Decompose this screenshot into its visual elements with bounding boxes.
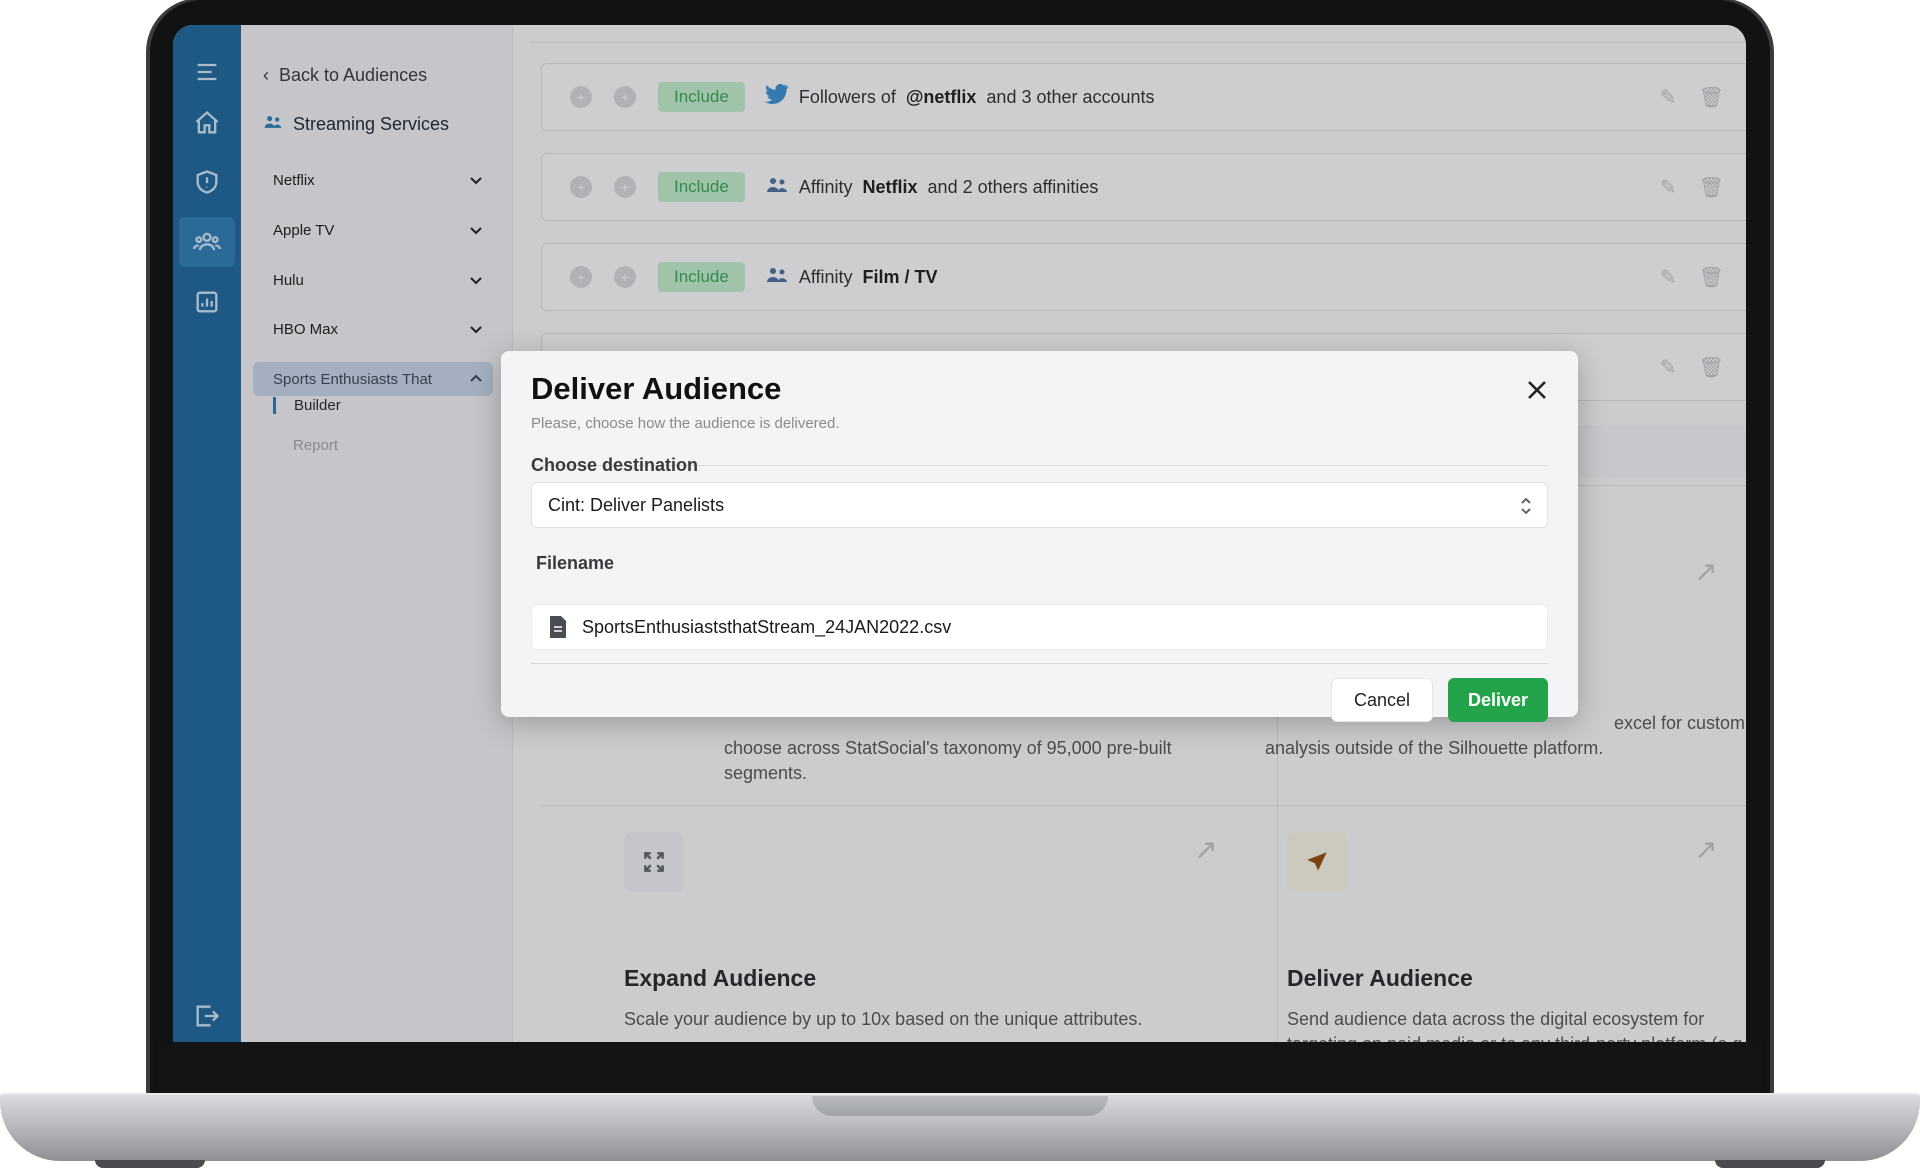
destination-label: Choose destination — [531, 455, 699, 475]
filename-field[interactable]: SportsEnthusiaststhatStream_24JAN2022.cs… — [531, 604, 1548, 650]
deliver-audience-modal: Deliver Audience Please, choose how the … — [501, 351, 1578, 722]
laptop-notch — [812, 1096, 1108, 1116]
destination-value: Cint: Deliver Panelists — [548, 494, 725, 515]
laptop-bezel-bottom — [158, 1042, 1762, 1094]
modal-subtitle: Please, choose how the audience is deliv… — [531, 415, 840, 432]
modal-title: Deliver Audience — [531, 371, 782, 406]
select-arrows-icon — [1521, 497, 1531, 515]
close-icon[interactable] — [1522, 375, 1552, 405]
modal-divider — [531, 663, 1548, 664]
laptop-foot-right — [1715, 1160, 1825, 1168]
deliver-button[interactable]: Deliver — [1448, 678, 1548, 722]
screen: ‹ Back to Audiences Streaming Services N… — [173, 25, 1746, 1042]
laptop-foot-left — [95, 1160, 205, 1168]
filename-label: Filename — [536, 553, 615, 573]
filename-value: SportsEnthusiaststhatStream_24JAN2022.cs… — [582, 616, 952, 637]
file-icon — [550, 616, 566, 638]
cancel-button[interactable]: Cancel — [1331, 678, 1433, 722]
destination-select[interactable]: Cint: Deliver Panelists — [531, 482, 1548, 528]
